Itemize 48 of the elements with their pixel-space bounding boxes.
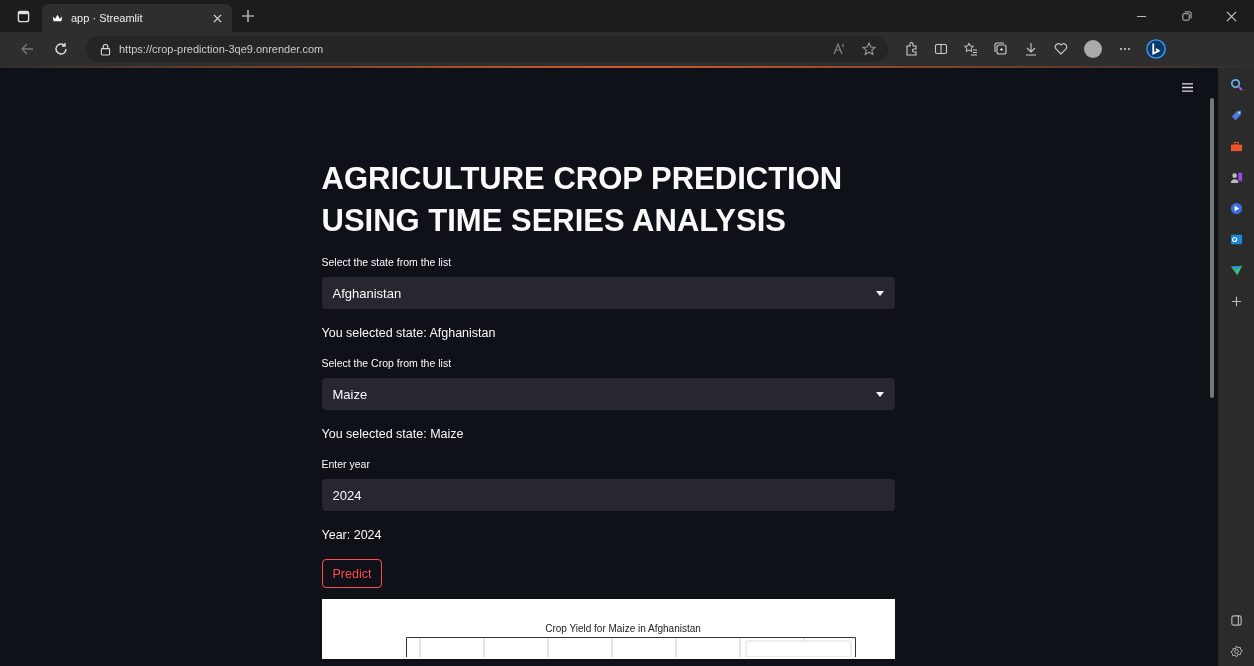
input-field[interactable]: 2024 (321, 479, 895, 511)
search-icon[interactable] (1229, 78, 1243, 91)
profile-avatar[interactable] (1084, 40, 1102, 58)
refresh-icon[interactable] (54, 42, 68, 56)
field-label: Select the state from the list (321, 256, 453, 268)
sidebar-toggle-icon[interactable] (1229, 614, 1243, 627)
url-text: https://crop-prediction-3qe9.onrender.com (119, 43, 324, 55)
predict-button[interactable]: Predict (321, 559, 383, 588)
copilot-icon[interactable] (1146, 39, 1166, 59)
crown-icon (52, 14, 63, 22)
chart-title: Crop Yield for Maize in Afghanistan (545, 623, 701, 634)
settings-icon[interactable] (1229, 645, 1243, 658)
download-icon[interactable] (1024, 42, 1038, 56)
field-label: Enter year (321, 458, 371, 470)
read-aloud-icon[interactable] (832, 42, 846, 56)
tab-actions-icon[interactable] (17, 9, 30, 23)
menu-icon[interactable] (1181, 82, 1194, 93)
scrollbar-thumb[interactable] (1210, 98, 1214, 398)
close-icon[interactable] (1226, 10, 1237, 22)
lock-icon (100, 42, 111, 56)
page-title: AGRICULTURE CROP PREDICTION USING TIME SERIES ANALYSIS (321, 160, 844, 240)
status-text: You selected state: Maize (321, 427, 465, 441)
address-bar[interactable]: https://crop-prediction-3qe9.onrender.com (86, 36, 888, 62)
browser-tab[interactable]: app · Streamlit (42, 4, 232, 32)
field-label: Select the Crop from the list (321, 357, 453, 369)
circle-logo-icon[interactable] (1229, 202, 1243, 215)
status-text: Year: 2024 (321, 528, 383, 542)
toolbox-icon[interactable] (1229, 140, 1243, 153)
caret-icon (875, 391, 884, 397)
tag-icon[interactable] (1229, 109, 1243, 122)
tab-title: app · Streamlit (71, 12, 144, 24)
people-icon[interactable] (1229, 171, 1243, 184)
back-arrow-icon[interactable] (20, 42, 34, 56)
dropdown[interactable]: Afghanistan (321, 277, 895, 309)
heart-icon[interactable] (1054, 42, 1068, 56)
star-icon[interactable] (862, 42, 876, 56)
caret-icon (875, 290, 884, 296)
mail-icon[interactable] (1229, 233, 1243, 246)
restore-icon[interactable] (1181, 10, 1192, 22)
favorites-icon[interactable] (964, 42, 978, 56)
split-screen-icon[interactable] (934, 42, 948, 56)
close-tab-icon[interactable] (213, 13, 222, 23)
collections-icon[interactable] (994, 42, 1008, 56)
dropdown[interactable]: Maize (321, 378, 895, 410)
add-icon[interactable] (1229, 295, 1243, 308)
status-text: You selected state: Afghanistan (321, 326, 497, 340)
extension-icon[interactable] (904, 42, 918, 56)
new-tab-icon[interactable] (242, 10, 254, 22)
